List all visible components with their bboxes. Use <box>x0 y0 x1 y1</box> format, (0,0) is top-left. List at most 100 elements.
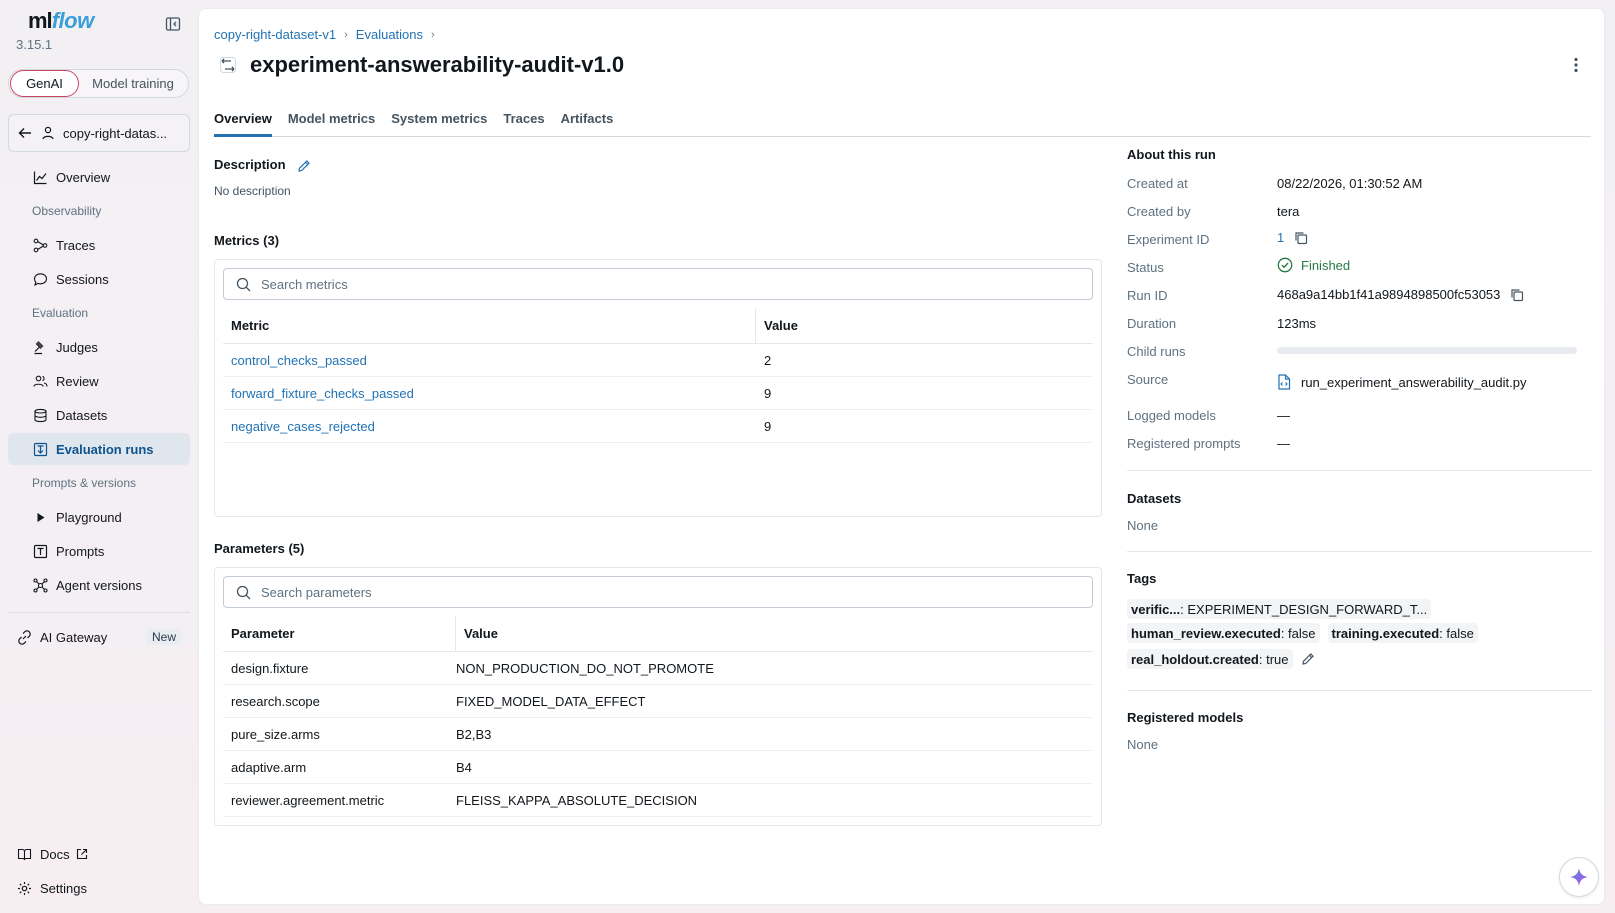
registered-models-heading: Registered models <box>1127 710 1244 725</box>
run-id-value: 468a9a14bb1f41a9894898500fc53053 <box>1277 287 1524 302</box>
sidebar-item-settings[interactable]: Settings <box>8 872 190 904</box>
prompt-icon <box>32 543 48 559</box>
registered-prompts-value: — <box>1277 436 1290 451</box>
copy-icon[interactable] <box>1294 231 1308 245</box>
breadcrumb: copy-right-dataset-v1 › Evaluations › <box>214 27 443 42</box>
datasets-heading: Datasets <box>1127 491 1182 506</box>
breadcrumb-evaluations-link[interactable]: Evaluations <box>356 27 423 42</box>
logged-models-label: Logged models <box>1127 408 1216 423</box>
value-column-header: Value <box>464 626 498 641</box>
tab-system-metrics[interactable]: System metrics <box>391 99 487 137</box>
metrics-heading: Metrics (3) <box>214 233 280 248</box>
logged-models-value: — <box>1277 408 1290 423</box>
sidebar-item-docs[interactable]: Docs <box>8 838 190 870</box>
more-options-icon[interactable] <box>1564 53 1588 77</box>
sidebar-item-label: Judges <box>56 339 98 355</box>
metrics-table-header: Metric Value <box>223 308 1093 344</box>
sidebar-item-overview[interactable]: Overview <box>8 161 190 193</box>
breadcrumb-chevron-icon: › <box>431 28 435 41</box>
page-header: experiment-answerability-audit-v1.0 <box>214 51 624 79</box>
metrics-search-input[interactable]: Search metrics <box>223 268 1093 300</box>
child-runs-label: Child runs <box>1127 344 1186 359</box>
sidebar-item-playground[interactable]: Playground <box>8 501 190 533</box>
parameters-search-input[interactable]: Search parameters <box>223 576 1093 608</box>
description-heading: Description <box>214 157 286 172</box>
assistant-sparkle-button[interactable] <box>1559 857 1599 897</box>
source-value: run_experiment_answerability_audit.py <box>1277 374 1526 390</box>
sidebar-item-label: AI Gateway <box>40 629 108 645</box>
tab-artifacts[interactable]: Artifacts <box>561 99 614 137</box>
sidebar-item-sessions[interactable]: Sessions <box>8 263 190 295</box>
chat-bubble-icon <box>32 271 48 287</box>
experiment-id-link[interactable]: 1 <box>1277 230 1284 245</box>
sidebar-item-judges[interactable]: Judges <box>8 331 190 363</box>
sidebar-collapse-icon[interactable] <box>163 14 183 34</box>
created-at-value: 08/22/2026, 01:30:52 AM <box>1277 176 1423 191</box>
edit-description-pencil-icon[interactable] <box>295 157 313 175</box>
play-icon <box>32 509 48 525</box>
tag-chip[interactable]: verific... : EXPERIMENT_DESIGN_FORWARD_T… <box>1127 599 1432 619</box>
search-icon <box>236 277 251 292</box>
source-file-name[interactable]: run_experiment_answerability_audit.py <box>1301 375 1526 390</box>
gateway-icon <box>16 629 32 645</box>
tag-chip[interactable]: human_review.executed: false <box>1127 623 1320 643</box>
parameter-value: B2,B3 <box>456 726 492 742</box>
book-icon <box>16 846 32 862</box>
parameters-search-placeholder: Search parameters <box>261 584 372 600</box>
logo-flow-text: flow <box>51 8 95 33</box>
genai-mode-button[interactable]: GenAI <box>10 70 79 97</box>
sidebar-item-prompts[interactable]: Prompts <box>8 535 190 567</box>
tab-overview[interactable]: Overview <box>214 99 272 137</box>
parameters-box: Search parameters Parameter Value design… <box>214 567 1102 826</box>
parameter-value: NON_PRODUCTION_DO_NOT_PROMOTE <box>456 660 714 676</box>
metric-name-link[interactable]: control_checks_passed <box>231 344 367 376</box>
tags-row: real_holdout.created: true <box>1127 649 1315 669</box>
sidebar-item-agent-versions[interactable]: Agent versions <box>8 569 190 601</box>
description-empty-text: No description <box>214 184 291 198</box>
table-row: pure_size.arms B2,B3 <box>223 718 1093 751</box>
sidebar-item-datasets[interactable]: Datasets <box>8 399 190 431</box>
created-by-link[interactable]: tera <box>1277 204 1299 219</box>
copy-icon[interactable] <box>1510 288 1524 302</box>
mlflow-logo[interactable]: ml flow <box>28 8 94 34</box>
sidebar-item-ai-gateway[interactable]: AI Gateway New <box>8 621 190 653</box>
tag-value: : false <box>1439 625 1474 641</box>
parameter-name: pure_size.arms <box>231 726 320 742</box>
duration-label: Duration <box>1127 316 1177 331</box>
experiment-selector[interactable]: copy-right-datas... <box>8 114 190 152</box>
sidebar-item-review[interactable]: Review <box>8 365 190 397</box>
table-row: control_checks_passed 2 <box>223 344 1093 377</box>
users-icon <box>32 373 48 389</box>
check-circle-icon <box>1277 257 1293 273</box>
sidebar-item-label: Settings <box>40 880 87 896</box>
run-id-label: Run ID <box>1127 288 1168 303</box>
tag-chip[interactable]: real_holdout.created: true <box>1127 649 1293 669</box>
parameter-value: FLEISS_KAPPA_ABSOLUTE_DECISION <box>456 792 698 808</box>
gear-icon <box>16 880 32 896</box>
nav-divider <box>8 612 190 613</box>
tag-chip[interactable]: training.executed: false <box>1327 623 1478 643</box>
edit-tags-pencil-icon[interactable] <box>1301 652 1315 666</box>
tab-model-metrics[interactable]: Model metrics <box>288 99 375 137</box>
new-badge: New <box>145 629 182 645</box>
logo-ml-text: ml <box>28 8 53 33</box>
breadcrumb-experiment-link[interactable]: copy-right-dataset-v1 <box>214 27 336 42</box>
tags-heading: Tags <box>1127 571 1157 586</box>
metric-value: 9 <box>764 385 772 401</box>
tab-traces[interactable]: Traces <box>503 99 544 137</box>
model-training-mode-button[interactable]: Model training <box>79 70 187 97</box>
parameter-name: adaptive.arm <box>231 759 307 775</box>
sidebar-item-label: Evaluation runs <box>56 441 154 457</box>
created-at-label: Created at <box>1127 176 1188 191</box>
back-arrow-icon[interactable] <box>17 125 33 141</box>
sidebar-item-traces[interactable]: Traces <box>8 229 190 261</box>
metric-name-link[interactable]: negative_cases_rejected <box>231 410 375 442</box>
metrics-search-placeholder: Search metrics <box>261 276 348 292</box>
section-divider <box>1127 690 1592 691</box>
sparkle-icon <box>1569 867 1589 887</box>
sidebar-item-evaluation-runs[interactable]: Evaluation runs <box>8 433 190 465</box>
nav-section-prompts: Prompts & versions <box>32 476 137 490</box>
experiment-id-label: Experiment ID <box>1127 232 1210 247</box>
status-label: Status <box>1127 260 1164 275</box>
metric-name-link[interactable]: forward_fixture_checks_passed <box>231 377 414 409</box>
